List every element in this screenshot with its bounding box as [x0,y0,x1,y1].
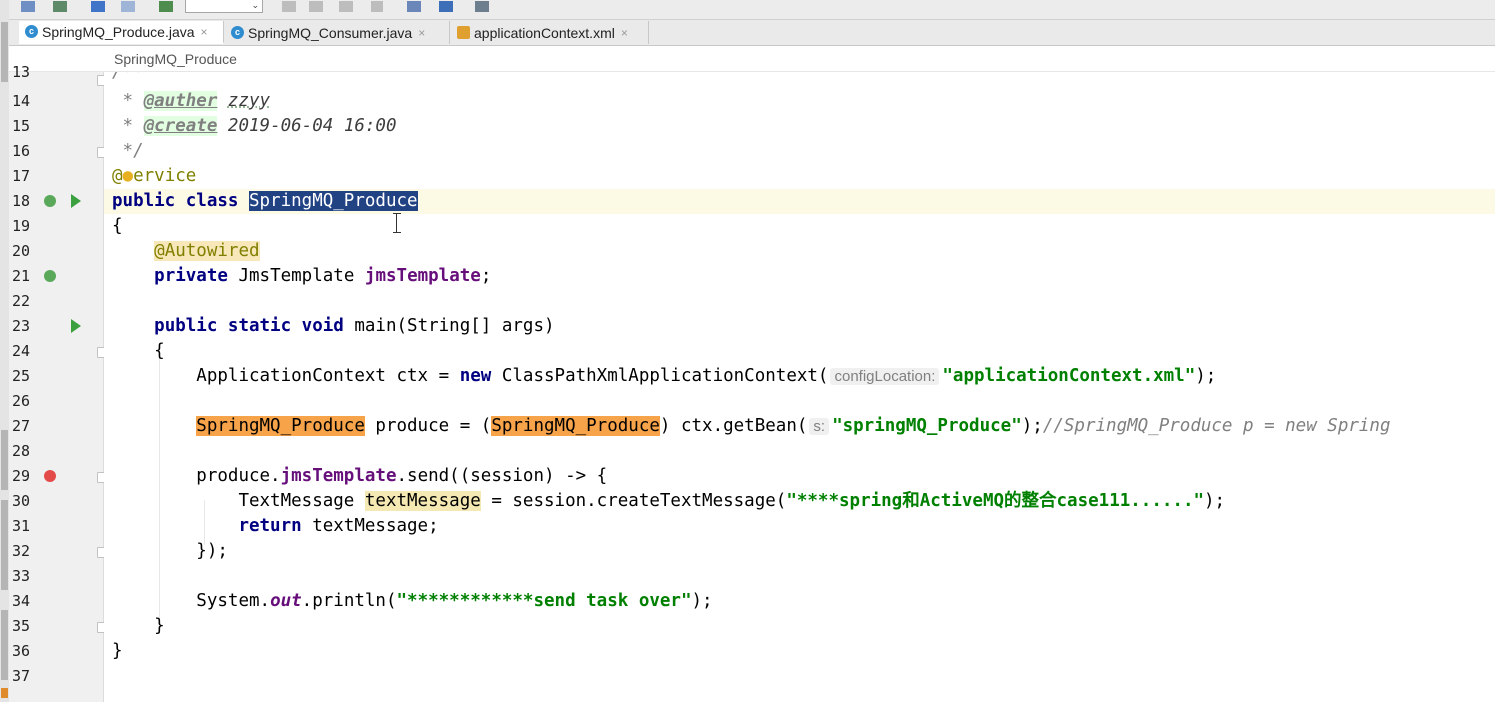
back-icon[interactable] [91,1,105,12]
breadcrumb: SpringMQ_Produce [9,46,1495,72]
line-number[interactable]: 26 [12,389,42,414]
parameter-hint: configLocation: [830,368,940,385]
code-line-34: System.out.println("************send tas… [196,591,713,611]
debug-icon[interactable] [309,1,323,12]
editor-tabs: c SpringMQ_Produce.java × c SpringMQ_Con… [9,20,1495,46]
code-line-13: /** [112,72,144,82]
parameter-hint: s: [809,418,830,435]
search-everywhere-icon[interactable] [475,1,489,12]
tab-label: applicationContext.xml [474,24,615,41]
line-number[interactable]: 14 [12,89,42,114]
code-line-23: public static void main(String[] args) [154,316,555,336]
save-all-icon[interactable] [21,1,35,12]
main-toolbar: ⌄ [9,0,1495,20]
code-line-20: @Autowired [154,241,260,261]
line-number[interactable]: 24 [12,339,42,364]
breadcrumb-class[interactable]: SpringMQ_Produce [114,51,237,67]
notification-icon[interactable] [1,688,8,698]
xml-file-icon [457,26,470,39]
close-icon[interactable]: × [201,25,208,39]
code-line-30: TextMessage textMessage = session.create… [238,491,1226,511]
line-number[interactable]: 15 [12,114,42,139]
favorites-tool-window-tab[interactable] [1,610,8,680]
line-number[interactable]: 22 [12,289,42,314]
line-number[interactable]: 29 [12,464,42,489]
lambda-icon[interactable] [44,470,56,482]
project-tool-window-tab[interactable] [1,22,8,82]
line-number[interactable]: 20 [12,239,42,264]
code-line-36: } [112,641,123,661]
code-line-31: return textMessage; [238,516,439,536]
line-number[interactable]: 35 [12,614,42,639]
mouse-ibeam-cursor [393,213,401,233]
intention-bulb-icon[interactable]: ● [123,166,134,186]
chevron-down-icon: ⌄ [251,0,259,10]
forward-icon[interactable] [121,1,135,12]
line-number[interactable]: 28 [12,439,42,464]
code-line-32: }); [196,541,228,561]
tab-application-context-xml[interactable]: applicationContext.xml × [451,21,649,44]
line-number[interactable]: 37 [12,664,42,689]
code-line-15: * @create 2019-06-04 16:00 [112,116,397,136]
code-line-24: { [154,341,165,361]
code-line-25: ApplicationContext ctx = new ClassPathXm… [196,366,1217,386]
line-number[interactable]: 21 [12,264,42,289]
coverage-icon[interactable] [339,1,353,12]
stop-icon[interactable] [371,1,383,12]
autowired-bean-icon[interactable] [44,270,56,282]
structure-tool-window-tab[interactable] [1,500,8,590]
line-number[interactable]: 32 [12,539,42,564]
run-icon[interactable] [282,1,296,12]
code-line-21: private JmsTemplate jmsTemplate; [154,266,492,286]
synchronize-icon[interactable] [53,1,67,12]
code-editor[interactable]: /** * @auther zzyy * @create 2019-06-04 … [104,72,1495,702]
code-line-29: produce.jmsTemplate.send((session) -> { [196,466,608,486]
line-number[interactable]: 25 [12,364,42,389]
close-icon[interactable]: × [621,26,628,40]
code-line-16: */ [112,141,144,161]
spring-bean-icon[interactable] [44,195,56,207]
editor-gutter[interactable]: 13 14 15 16 17 18 19 20 21 22 23 24 25 26 27 28 29 30 31 32… [9,63,107,702]
code-line-35: } [154,616,165,636]
java-class-icon: c [231,26,244,39]
line-number[interactable]: 27 [12,414,42,439]
code-line-14: * @auther zzyy [112,91,271,111]
tab-springmq-produce[interactable]: c SpringMQ_Produce.java × [19,21,224,44]
line-number[interactable]: 16 [12,139,42,164]
project-structure-icon[interactable] [407,1,421,12]
line-number[interactable]: 19 [12,214,42,239]
tab-label: SpringMQ_Consumer.java [248,24,413,41]
code-line-27: SpringMQ_Produce produce = (SpringMQ_Pro… [196,416,1391,436]
web-tool-window-tab[interactable] [1,430,8,490]
build-icon[interactable] [159,1,173,12]
selected-class-name[interactable]: SpringMQ_Produce [248,191,418,211]
run-main-icon[interactable] [71,319,81,333]
line-number[interactable]: 17 [12,164,42,189]
line-number[interactable]: 23 [12,314,42,339]
line-number[interactable]: 31 [12,514,42,539]
run-class-icon[interactable] [71,194,81,208]
run-configuration-select[interactable]: ⌄ [185,0,263,13]
tab-label: SpringMQ_Produce.java [42,23,195,40]
line-number[interactable]: 34 [12,589,42,614]
line-number[interactable]: 30 [12,489,42,514]
java-class-icon: c [25,25,38,38]
line-number[interactable]: 13 [12,60,42,85]
line-number[interactable]: 33 [12,564,42,589]
sdk-settings-icon[interactable] [439,1,453,12]
code-line-18: public class SpringMQ_Produce [104,189,1495,214]
code-line-17: @●ervice [112,166,197,186]
line-number[interactable]: 18 [12,189,42,214]
code-line-19: { [112,216,123,236]
line-number[interactable]: 36 [12,639,42,664]
close-icon[interactable]: × [418,26,425,40]
tab-springmq-consumer[interactable]: c SpringMQ_Consumer.java × [225,21,450,44]
